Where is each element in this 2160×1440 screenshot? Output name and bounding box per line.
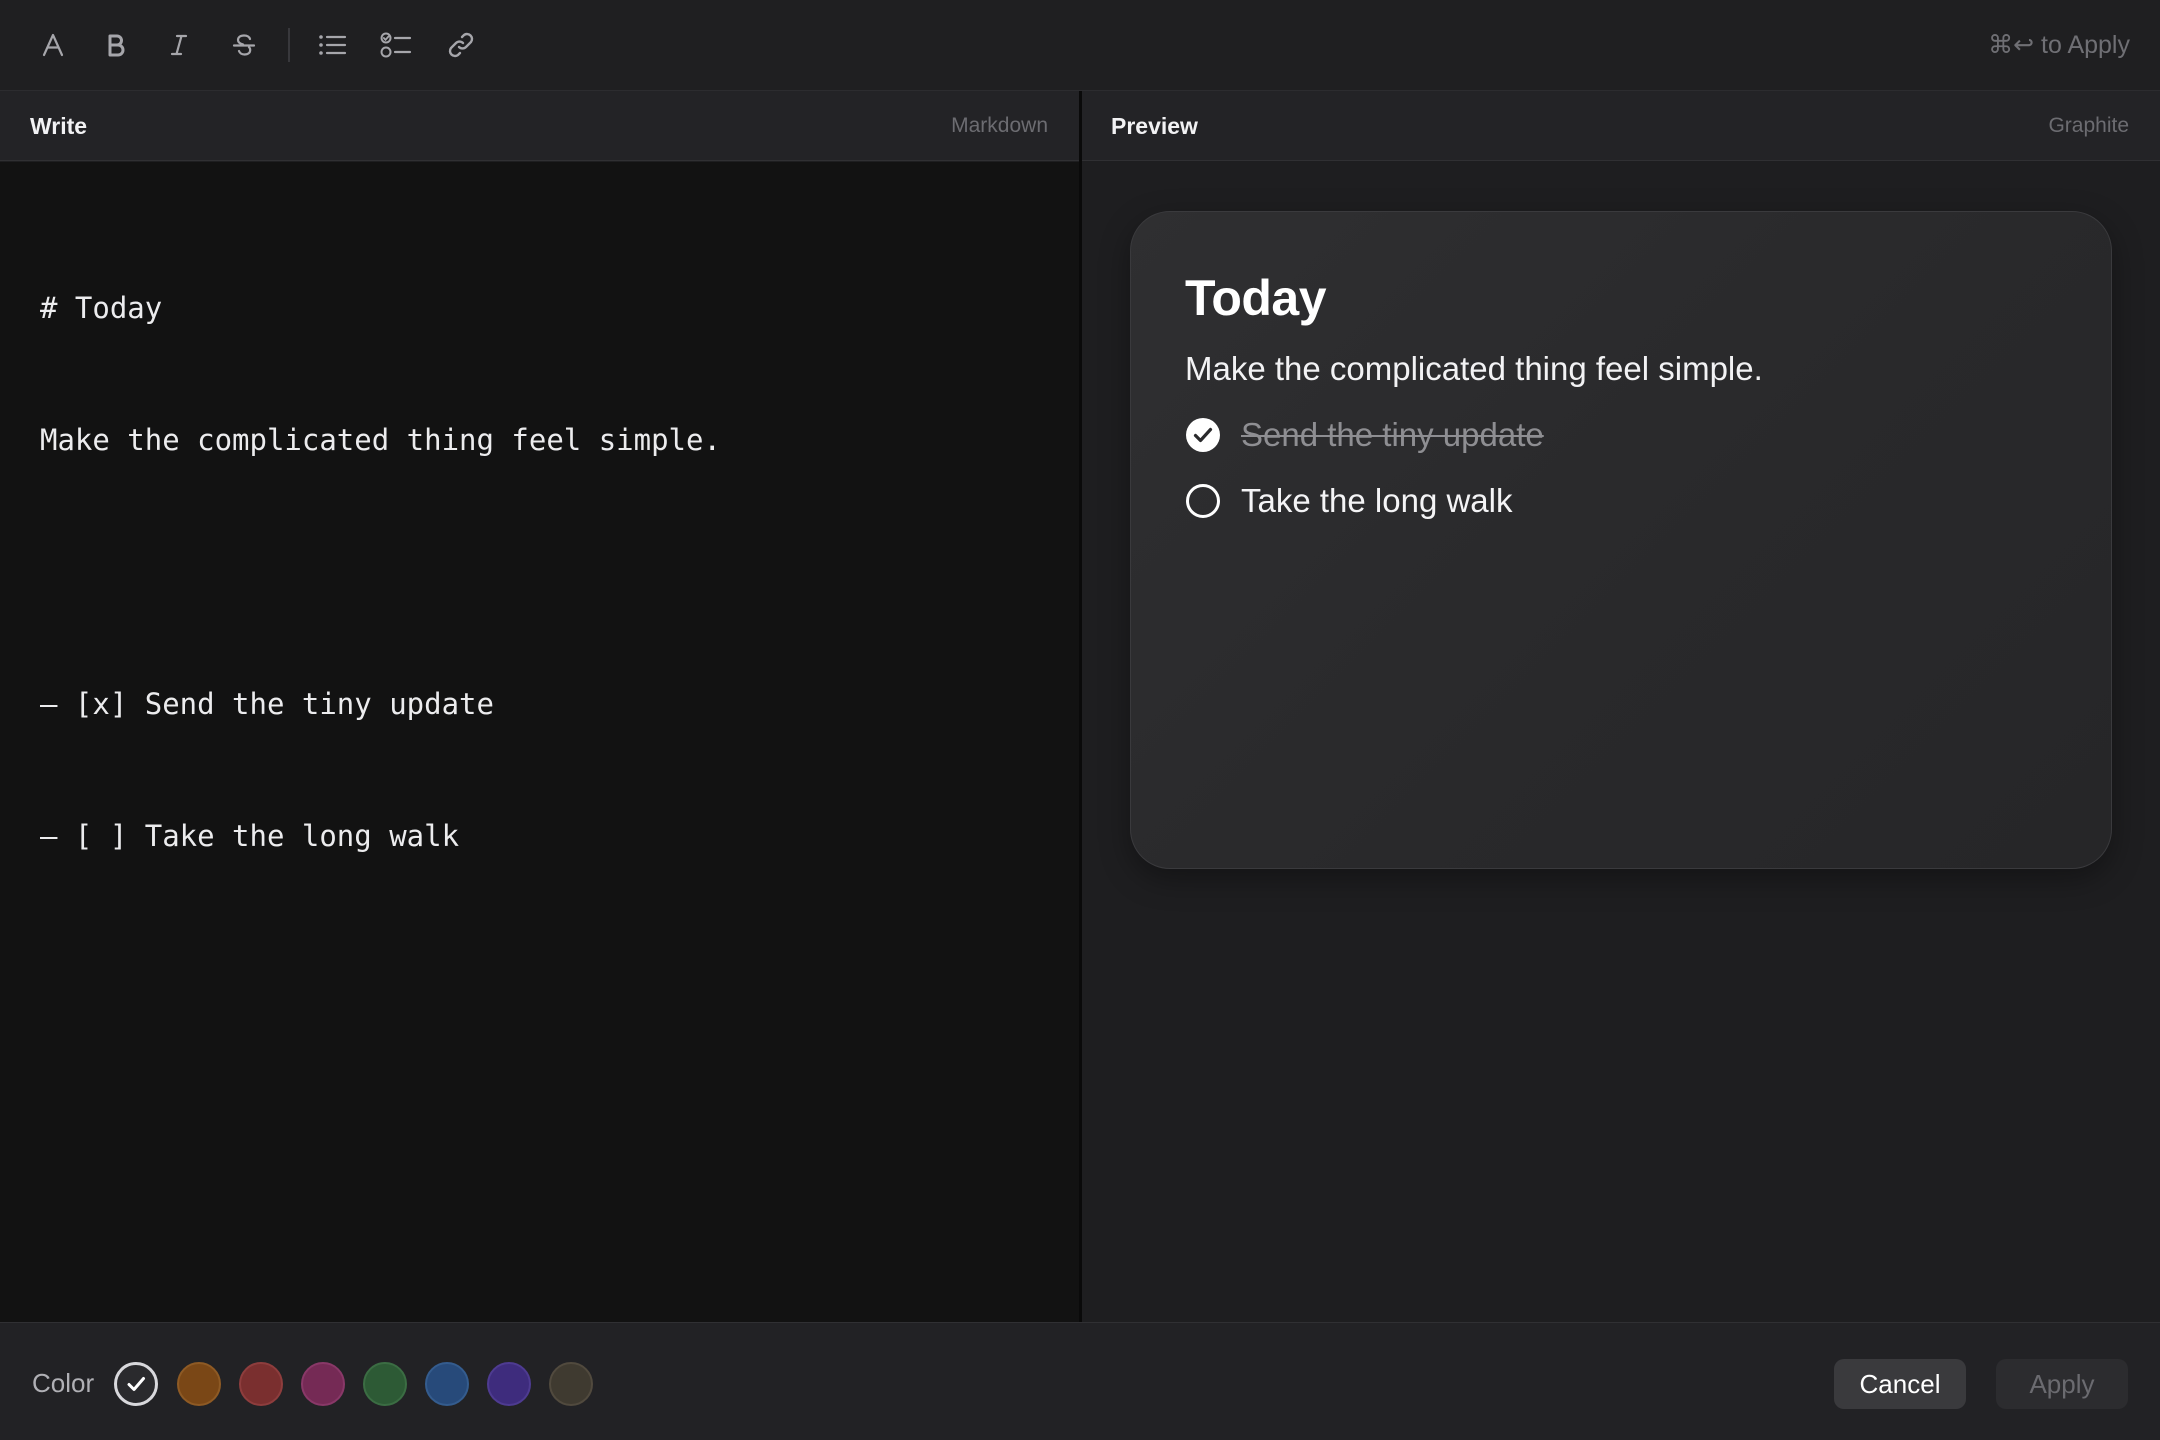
- checklist-icon[interactable]: [374, 23, 418, 67]
- card-subtitle: Make the complicated thing feel simple.: [1185, 350, 1763, 387]
- toolbar-separator: [288, 28, 290, 62]
- task-item-done[interactable]: Send the tiny update: [1185, 413, 1544, 457]
- checkmark-icon: [127, 1377, 145, 1391]
- editor-line: # Today: [40, 291, 163, 325]
- editor-line: – [ ] Take the long walk: [40, 819, 460, 853]
- checked-circle-icon[interactable]: [1185, 417, 1221, 453]
- task-text: Send the tiny update: [1241, 416, 1544, 453]
- color-swatch-brown[interactable]: [549, 1362, 593, 1406]
- link-icon[interactable]: [439, 23, 483, 67]
- color-swatch-orange[interactable]: [177, 1362, 221, 1406]
- font-a-icon[interactable]: [31, 23, 75, 67]
- write-pane-header: Write Markdown: [0, 91, 1079, 161]
- preview-pane-header: Preview Graphite: [1082, 91, 2160, 161]
- editor-line: – [x] Send the tiny update: [40, 687, 494, 721]
- card-heading: Today: [1185, 270, 1327, 326]
- bottom-bar: Color Cancel Apply: [0, 1322, 2160, 1440]
- strikethrough-icon[interactable]: [222, 23, 266, 67]
- color-swatch-green[interactable]: [363, 1362, 407, 1406]
- editor-line: Make the complicated thing feel simple.: [40, 423, 721, 457]
- task-item-open[interactable]: Take the long walk: [1185, 479, 1513, 523]
- color-swatch-blue[interactable]: [425, 1362, 469, 1406]
- preview-pane: Today Make the complicated thing feel si…: [1082, 162, 2160, 1322]
- cancel-button[interactable]: Cancel: [1834, 1359, 1966, 1409]
- apply-button[interactable]: Apply: [1996, 1359, 2128, 1409]
- bullet-list-icon[interactable]: [310, 23, 354, 67]
- markdown-editor[interactable]: # Today Make the complicated thing feel …: [0, 162, 1079, 1322]
- formatting-toolbar: ⌘↩ to Apply: [0, 0, 2160, 91]
- apply-shortcut-hint: ⌘↩ to Apply: [1988, 31, 2130, 59]
- italic-icon[interactable]: [157, 23, 201, 67]
- color-swatch-purple[interactable]: [487, 1362, 531, 1406]
- preview-card: Today Make the complicated thing feel si…: [1130, 211, 2112, 869]
- color-swatch-pink[interactable]: [301, 1362, 345, 1406]
- task-text: Take the long walk: [1241, 482, 1513, 519]
- preview-pane-title: Preview: [1111, 113, 1198, 139]
- bold-icon[interactable]: [94, 23, 138, 67]
- write-mode-label: Markdown: [951, 114, 1048, 137]
- preview-theme-label: Graphite: [2048, 114, 2129, 137]
- color-label: Color: [32, 1368, 95, 1398]
- unchecked-circle-icon[interactable]: [1185, 483, 1221, 519]
- color-swatch-red[interactable]: [239, 1362, 283, 1406]
- color-swatch-default[interactable]: [114, 1362, 158, 1406]
- write-pane-title: Write: [30, 113, 88, 139]
